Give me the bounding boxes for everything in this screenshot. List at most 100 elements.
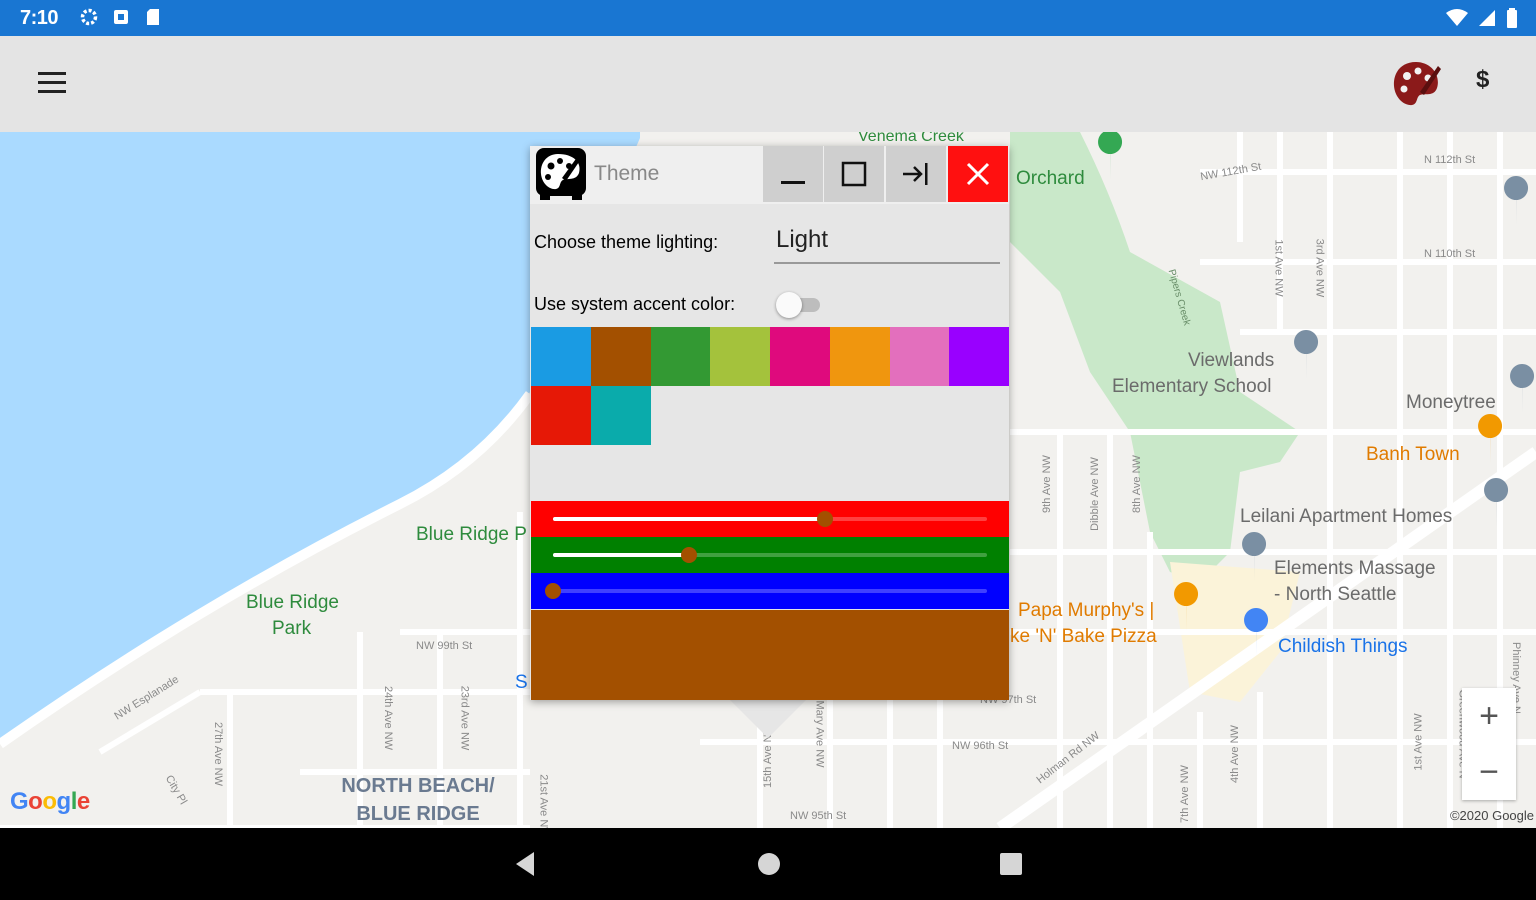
map-label: Blue Ridge P	[416, 524, 527, 545]
dollar-button[interactable]: $	[1476, 66, 1489, 94]
map-label: S	[515, 672, 528, 693]
back-button[interactable]	[512, 850, 538, 883]
system-accent-toggle[interactable]	[776, 292, 820, 318]
dialog-title: Theme	[594, 162, 660, 185]
cell-signal-icon	[1478, 9, 1496, 32]
color-swatch[interactable]	[949, 327, 1009, 386]
close-button[interactable]	[948, 146, 1008, 202]
home-button[interactable]	[756, 850, 782, 883]
color-swatch[interactable]	[531, 386, 591, 445]
accent-color-label: Use system accent color:	[534, 294, 736, 314]
color-preview	[531, 610, 1009, 700]
app-notification-icon	[112, 8, 130, 26]
map-label: Leilani Apartment Homes	[1240, 506, 1453, 527]
google-logo-letter: o	[28, 788, 43, 815]
street-label: 1st Ave NW	[1412, 713, 1425, 771]
sd-card-icon	[144, 8, 162, 26]
google-logo-letter: g	[56, 788, 72, 815]
blue-slider-thumb[interactable]	[545, 583, 561, 599]
street-label: Mary Ave NW	[813, 700, 826, 768]
red-slider-fill	[553, 517, 826, 521]
google-logo-letter: e	[76, 788, 90, 815]
theme-lighting-label: Choose theme lighting:	[534, 232, 719, 252]
red-slider-thumb[interactable]	[817, 511, 834, 527]
map-label: Blue Ridge	[246, 592, 339, 613]
red-slider[interactable]	[531, 501, 1009, 537]
map-label: Banh Town	[1366, 444, 1460, 465]
street-label: NW 95th St	[790, 810, 847, 822]
map-label: Orchard	[1016, 168, 1085, 189]
status-time: 7:10	[20, 7, 59, 29]
google-logo: Google	[10, 788, 90, 816]
street-label: 23rd Ave NW	[458, 685, 471, 751]
color-swatch[interactable]	[829, 327, 890, 386]
theme-dialog: Theme Choose theme lighting: Light Use s…	[530, 146, 1009, 700]
street-label: 7th Ave NW	[1178, 765, 1191, 823]
minimize-button[interactable]	[763, 146, 823, 202]
close-icon	[966, 162, 990, 186]
app-bar: $	[0, 36, 1536, 132]
maximize-button[interactable]	[824, 146, 884, 202]
green-slider-thumb[interactable]	[681, 547, 698, 563]
google-logo-letter: o	[42, 788, 57, 815]
pin-to-side-button[interactable]	[886, 146, 946, 202]
street-label: N 112th St	[1424, 154, 1476, 166]
blue-slider-track	[553, 589, 987, 593]
green-slider[interactable]	[531, 537, 1009, 573]
map-label: Moneytree	[1406, 392, 1496, 413]
maximize-icon	[841, 161, 867, 187]
home-icon	[758, 853, 780, 875]
map-copyright: ©2020 Google	[1449, 808, 1534, 823]
street-label: NW 99th St	[416, 640, 473, 652]
street-label: 27th Ave NW	[212, 722, 224, 786]
blue-slider[interactable]	[531, 573, 1009, 609]
wifi-icon	[1446, 9, 1468, 32]
street-label: NW 96th St	[952, 740, 1009, 752]
minimize-icon	[781, 181, 805, 184]
back-icon	[516, 852, 534, 876]
zoom-in-button[interactable]: +	[1462, 688, 1516, 744]
battery-icon	[1506, 8, 1518, 33]
street-label: 24th Ave NW	[382, 686, 394, 750]
map-label: Papa Murphy's |	[1018, 600, 1155, 621]
status-bar: 7:10	[0, 0, 1536, 36]
street-label: N 110th St	[1424, 248, 1476, 260]
dialog-anchor	[728, 698, 808, 738]
map-label: Elementary School	[1112, 376, 1272, 397]
map-label: Venema Creek	[858, 132, 964, 145]
color-swatch[interactable]	[770, 327, 830, 386]
street-label: 3rd Ave NW	[1313, 238, 1326, 298]
color-swatch[interactable]	[710, 327, 770, 386]
color-swatch[interactable]	[590, 327, 651, 386]
street-label: 1st Ave NW	[1272, 239, 1285, 297]
zoom-controls: + −	[1462, 688, 1516, 800]
map-label: Childish Things	[1278, 636, 1408, 657]
theme-lighting-select[interactable]: Light	[774, 226, 1000, 264]
pin-to-side-icon	[903, 163, 928, 185]
google-logo-letter: G	[10, 788, 29, 815]
street-label: 4th Ave NW	[1228, 725, 1241, 783]
neighborhood-label: NORTH BEACH/ BLUE RIDGE	[341, 775, 495, 825]
map-label: Elements Massage	[1274, 558, 1436, 579]
street-label: Dibble Ave NW	[1088, 457, 1101, 531]
street-label: 21st Ave NW	[537, 774, 550, 828]
theme-palette-icon[interactable]	[1390, 58, 1442, 110]
settings-icon	[80, 8, 98, 26]
street-label: 9th Ave NW	[1040, 455, 1053, 513]
dialog-titlebar[interactable]: Theme	[530, 146, 1009, 204]
map-label: Park	[272, 618, 312, 639]
zoom-out-button[interactable]: −	[1462, 744, 1516, 800]
color-swatch[interactable]	[650, 327, 711, 386]
map-label: - North Seattle	[1274, 584, 1397, 605]
street-label: 8th Ave NW	[1130, 455, 1143, 513]
color-swatch[interactable]	[889, 327, 950, 386]
green-slider-fill	[553, 553, 690, 557]
color-swatches	[531, 327, 1009, 445]
recents-button[interactable]	[998, 850, 1024, 883]
recents-icon	[1000, 853, 1022, 875]
map-label: Viewlands	[1188, 350, 1275, 371]
color-swatch[interactable]	[531, 327, 591, 386]
hamburger-menu-icon[interactable]	[38, 72, 70, 96]
color-swatch[interactable]	[590, 386, 651, 445]
map-label: ke 'N' Bake Pizza	[1010, 626, 1157, 647]
